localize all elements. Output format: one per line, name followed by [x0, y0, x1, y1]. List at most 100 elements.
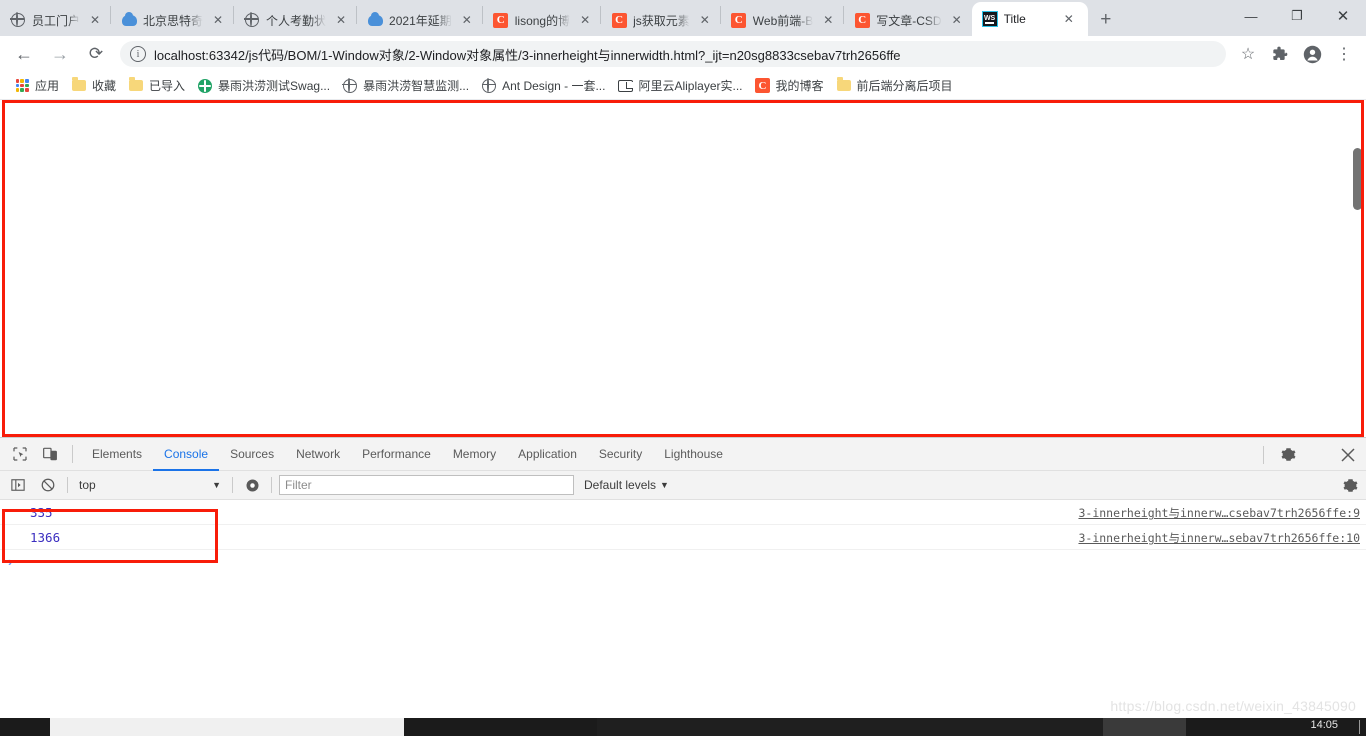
- devtools-close-icon[interactable]: [1334, 441, 1362, 469]
- site-info-icon[interactable]: i: [130, 46, 146, 62]
- devtools-tab-sources[interactable]: Sources: [219, 438, 285, 471]
- globe-icon: [10, 12, 26, 28]
- gear-icon[interactable]: [1338, 474, 1362, 498]
- tab-close-icon[interactable]: ✕: [458, 11, 476, 29]
- browser-tab[interactable]: 北京思特奇 ✕: [111, 4, 234, 36]
- bookmark-item[interactable]: Ant Design - 一套...: [475, 75, 611, 96]
- swagger-green-icon: [197, 78, 213, 94]
- tab-title: js获取元素: [633, 13, 690, 28]
- bookmark-label: 已导入: [149, 79, 186, 93]
- kebab-menu-icon[interactable]: kebab-menu-icon: [1304, 441, 1332, 469]
- forward-button[interactable]: →: [46, 40, 74, 68]
- page-viewport[interactable]: [0, 100, 1366, 437]
- tab-title: 个人考勤状: [266, 13, 327, 28]
- taskbar-show-desktop-divider[interactable]: [1359, 720, 1360, 734]
- inspect-cursor-icon[interactable]: [6, 440, 34, 468]
- browser-tab[interactable]: 2021年延期 ✕: [357, 4, 482, 36]
- tab-close-icon[interactable]: ✕: [948, 11, 966, 29]
- console-prompt-caret: ›: [8, 553, 13, 569]
- console-filter-bar: top ▼ Filter Default levels ▼: [0, 471, 1366, 500]
- tab-close-icon[interactable]: ✕: [1060, 10, 1078, 28]
- browser-tab[interactable]: 员工门户 ✕: [0, 4, 111, 36]
- browser-tab[interactable]: C lisong的博 ✕: [482, 4, 601, 36]
- taskbar-window-segment[interactable]: [50, 718, 404, 736]
- minimize-button[interactable]: —: [1228, 0, 1274, 32]
- browser-tab[interactable]: 个人考勤状 ✕: [234, 4, 357, 36]
- chrome-menu-icon[interactable]: ⋮: [1330, 40, 1358, 68]
- filterbar-divider: [232, 477, 233, 493]
- tab-close-icon[interactable]: ✕: [332, 11, 350, 29]
- browser-tab[interactable]: C Web前端-B ✕: [720, 4, 844, 36]
- bookmarks-bar: 应用 收藏 已导入 暴雨洪涝测试Swag... 暴雨洪涝智慧监测... Ant …: [0, 72, 1366, 100]
- console-levels-select[interactable]: Default levels ▼: [584, 478, 669, 492]
- csdn-icon: C: [611, 12, 627, 28]
- bookmark-apps[interactable]: 应用: [8, 75, 65, 96]
- console-message-row[interactable]: 1366 3-innerheight与innerw…sebav7trh2656f…: [0, 525, 1366, 550]
- console-sidebar-icon[interactable]: [6, 473, 30, 497]
- close-window-button[interactable]: ✕: [1320, 0, 1366, 32]
- taskbar-clock[interactable]: 14:05: [1310, 719, 1338, 731]
- bookmark-item[interactable]: 已导入: [122, 75, 191, 96]
- tab-close-icon[interactable]: ✕: [86, 11, 104, 29]
- devtools-tab-elements[interactable]: Elements: [81, 438, 153, 471]
- filterbar-divider: [271, 477, 272, 493]
- bookmark-item[interactable]: 暴雨洪涝测试Swag...: [191, 75, 336, 96]
- taskbar-segment[interactable]: [597, 718, 1103, 736]
- devtools-tab-performance[interactable]: Performance: [351, 438, 442, 471]
- console-filter-placeholder: Filter: [285, 478, 312, 492]
- tab-close-icon[interactable]: ✕: [576, 11, 594, 29]
- tab-close-icon[interactable]: ✕: [696, 11, 714, 29]
- devtools-tab-lighthouse[interactable]: Lighthouse: [653, 438, 734, 471]
- console-message-source-link[interactable]: 3-innerheight与innerw…sebav7trh2656ffe:10: [1078, 530, 1360, 546]
- console-filter-input[interactable]: Filter: [279, 475, 574, 495]
- maximize-button[interactable]: ❐: [1274, 0, 1320, 32]
- tab-strip: 员工门户 ✕ 北京思特奇 ✕ 个人考勤状 ✕ 2021年延期 ✕ C lison…: [0, 0, 1366, 36]
- tab-title: 员工门户: [32, 13, 81, 28]
- globe-icon: [342, 77, 358, 94]
- bookmark-item[interactable]: C 我的博客: [749, 75, 830, 96]
- toolbar-divider: [72, 445, 73, 463]
- bookmark-star-icon[interactable]: ☆: [1234, 40, 1262, 68]
- tab-close-icon[interactable]: ✕: [209, 11, 227, 29]
- browser-tab[interactable]: C js获取元素 ✕: [601, 4, 720, 36]
- page-scrollbar-thumb[interactable]: [1353, 148, 1362, 210]
- bookmark-label: 收藏: [92, 79, 117, 93]
- console-message-source-link[interactable]: 3-innerheight与innerw…csebav7trh2656ffe:9: [1078, 505, 1360, 521]
- extensions-puzzle-icon[interactable]: [1266, 40, 1294, 68]
- bookmark-item[interactable]: 暴雨洪涝智慧监测...: [336, 75, 475, 96]
- reload-button[interactable]: ⟳: [82, 40, 110, 68]
- toolbar-divider: [1263, 445, 1264, 464]
- device-toolbar-icon[interactable]: [36, 440, 64, 468]
- back-button[interactable]: ←: [10, 40, 38, 68]
- cloud-icon: [121, 11, 137, 28]
- console-output[interactable]: 335 3-innerheight与innerw…csebav7trh2656f…: [0, 500, 1366, 719]
- taskbar-tray-segment[interactable]: [1103, 718, 1186, 736]
- browser-tab[interactable]: C 写文章-CSD ✕: [844, 4, 972, 36]
- new-tab-button[interactable]: +: [1092, 5, 1120, 33]
- console-context-select[interactable]: top ▼: [75, 475, 225, 495]
- watermark-text: https://blog.csdn.net/weixin_43845090: [1110, 698, 1356, 714]
- browser-toolbar: ← → ⟳ i localhost:63342/js代码/BOM/1-Windo…: [0, 36, 1366, 72]
- devtools-tab-console[interactable]: Console: [153, 438, 219, 471]
- devtools-tab-memory[interactable]: Memory: [442, 438, 507, 471]
- bookmark-item[interactable]: 阿里云Aliplayer实...: [611, 75, 748, 96]
- folder-icon: [71, 77, 87, 94]
- tab-close-icon[interactable]: ✕: [819, 11, 837, 29]
- csdn-icon: C: [493, 12, 509, 28]
- devtools-tab-application[interactable]: Application: [507, 438, 588, 471]
- address-bar[interactable]: i localhost:63342/js代码/BOM/1-Window对象/2-…: [120, 41, 1226, 67]
- bookmark-item[interactable]: 前后端分离后项目: [830, 75, 959, 96]
- profile-avatar-icon[interactable]: [1298, 40, 1326, 68]
- devtools-tab-network[interactable]: Network: [285, 438, 351, 471]
- filterbar-divider: [67, 477, 68, 493]
- devtools-tab-security[interactable]: Security: [588, 438, 653, 471]
- console-prompt[interactable]: ›: [0, 550, 1366, 572]
- bookmark-item[interactable]: 收藏: [65, 75, 122, 96]
- gear-icon[interactable]: [1274, 441, 1302, 469]
- webstorm-icon: WS: [981, 11, 998, 27]
- clear-console-icon[interactable]: [36, 473, 60, 497]
- console-message-row[interactable]: 335 3-innerheight与innerw…csebav7trh2656f…: [0, 500, 1366, 525]
- page-scrollbar[interactable]: [1351, 100, 1366, 437]
- live-expression-eye-icon[interactable]: [240, 473, 264, 497]
- browser-tab-active[interactable]: WS Title ✕: [971, 2, 1088, 36]
